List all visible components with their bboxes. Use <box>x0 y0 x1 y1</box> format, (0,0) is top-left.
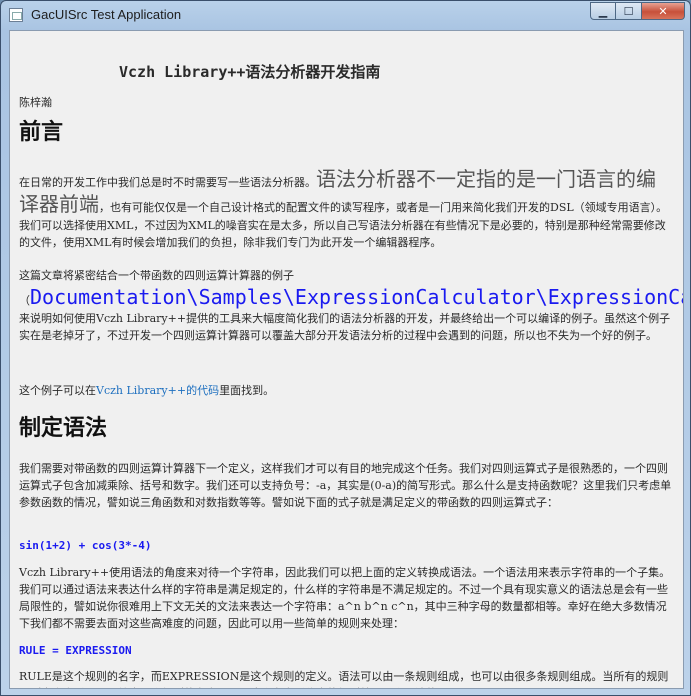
paragraph-grammar-3: RULE是这个规则的名字，而EXPRESSION是这个规则的定义。语法可以由一条… <box>19 670 669 688</box>
code-sample-expression: sin(1+2) + cos(3*-4) <box>19 539 152 552</box>
maximize-button[interactable]: ☐ <box>616 2 642 20</box>
paragraph-preface-1: 在日常的开发工作中我们总是时不时需要写一些语法分析器。语法分析器不一定指的是一门… <box>19 167 674 251</box>
title-bar[interactable]: GacUISrc Test Application ▁ ☐ ✕ <box>1 1 690 29</box>
paragraph-preface-3: 这个例子可以在Vczh Library++的代码里面找到。 <box>19 382 674 399</box>
paragraph-text: 里面找到。 <box>219 384 275 397</box>
paragraph-text: ，也有可能仅仅是一个自己设计格式的配置文件的读写程序，或者是一门用来简化我们开发… <box>19 201 668 249</box>
window-title: GacUISrc Test Application <box>31 7 182 22</box>
author: 陈梓瀚 <box>19 96 52 109</box>
section-heading-grammar: 制定语法 <box>19 415 108 441</box>
app-icon <box>9 8 23 22</box>
window-controls: ▁ ☐ ✕ <box>590 2 685 20</box>
minimize-button[interactable]: ▁ <box>590 2 616 20</box>
source-code-link[interactable]: Vczh Library++的代码 <box>96 384 219 397</box>
section-heading-preface: 前言 <box>19 119 64 145</box>
app-window: GacUISrc Test Application ▁ ☐ ✕ Vczh Lib… <box>0 0 691 696</box>
sample-path-link[interactable]: Documentation\Samples\ExpressionCalculat… <box>30 285 683 309</box>
paragraph-grammar-2: Vczh Library++使用语法的角度来对待一个字符串，因此我们可以把上面的… <box>19 566 671 630</box>
paragraph-grammar-1: 我们需要对带函数的四则运算计算器下一个定义，这样我们才可以有目的地完成这个任务。… <box>19 462 672 509</box>
document-viewer[interactable]: Vczh Library++语法分析器开发指南 陈梓瀚 前言 在日常的开发工作中… <box>9 30 684 689</box>
close-button[interactable]: ✕ <box>642 2 685 20</box>
code-sample-rule: RULE = EXPRESSION <box>19 644 132 657</box>
paragraph-text: 在日常的开发工作中我们总是时不时需要写一些语法分析器。 <box>19 176 316 189</box>
paragraph-text: 这个例子可以在 <box>19 384 96 397</box>
document-title: Vczh Library++语法分析器开发指南 <box>119 63 381 81</box>
paragraph-preface-2: 这篇文章将紧密结合一个带函数的四则运算计算器的例子（Documentation\… <box>19 267 683 344</box>
